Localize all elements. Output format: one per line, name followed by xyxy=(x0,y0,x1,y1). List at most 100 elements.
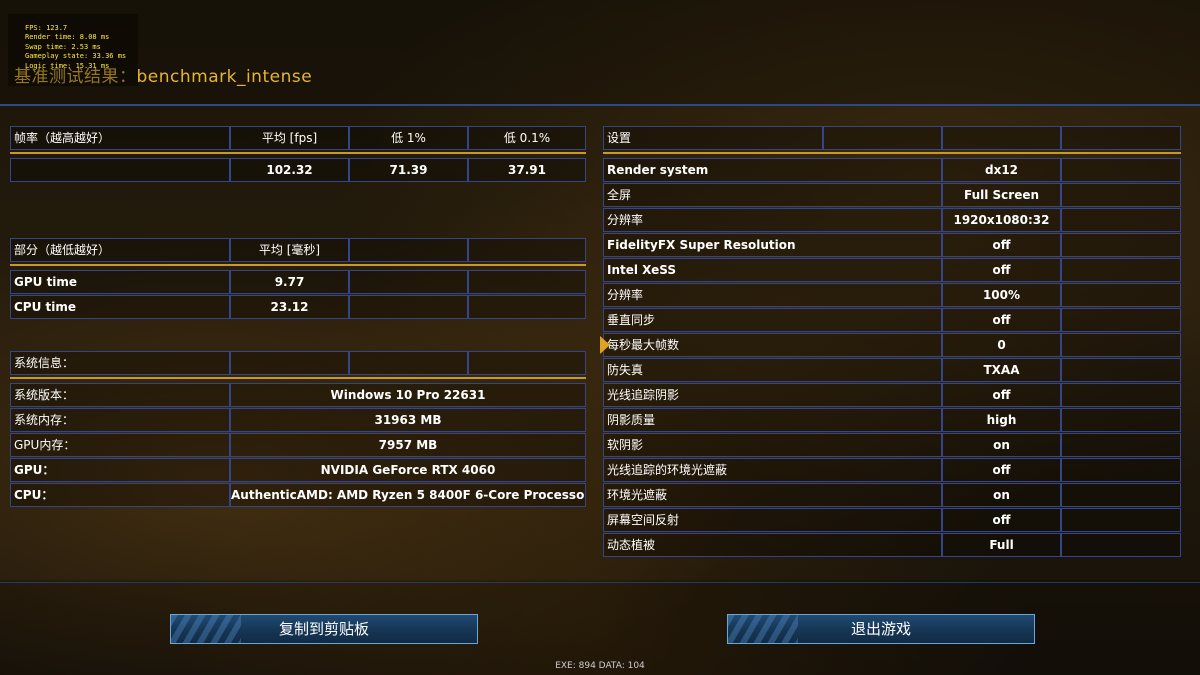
setting-empty xyxy=(1061,508,1181,532)
setting-empty xyxy=(1061,458,1181,482)
setting-value: TXAA xyxy=(942,358,1061,382)
table-row: 全屏 Full Screen xyxy=(603,183,1181,207)
setting-value: off xyxy=(942,233,1061,257)
setting-empty xyxy=(1061,333,1181,357)
parts-value: 23.12 xyxy=(230,295,349,319)
setting-value: off xyxy=(942,308,1061,332)
debug-line: Gameplay state: 33.36 ms xyxy=(25,52,127,61)
settings-header-row: 设置 xyxy=(603,126,1181,150)
table-row: 动态植被 Full xyxy=(603,533,1181,557)
setting-label: 软阴影 xyxy=(603,433,942,457)
table-row: 防失真 TXAA xyxy=(603,358,1181,382)
setting-label: 分辨率 xyxy=(603,208,942,232)
parts-table: 部分（越低越好） 平均 [毫秒] GPU time 9.77 CPU time … xyxy=(10,238,586,322)
setting-value: off xyxy=(942,258,1061,282)
copy-button-label: 复制到剪贴板 xyxy=(278,620,369,638)
setting-label: 分辨率 xyxy=(603,283,942,307)
setting-value: on xyxy=(942,483,1061,507)
table-row: 光线追踪的环境光遮蔽 off xyxy=(603,458,1181,482)
parts-value: 9.77 xyxy=(230,270,349,294)
setting-empty xyxy=(1061,408,1181,432)
table-row: GPU time 9.77 xyxy=(10,270,586,294)
debug-line: FPS: 123.7 xyxy=(25,24,68,32)
system-label: CPU： xyxy=(10,483,230,507)
fps-value-label xyxy=(10,158,230,182)
fps-header-low1: 低 1% xyxy=(349,126,468,150)
parts-empty xyxy=(468,295,586,319)
system-label: GPU： xyxy=(10,458,230,482)
setting-empty xyxy=(1061,308,1181,332)
setting-value: high xyxy=(942,408,1061,432)
table-row: CPU： AuthenticAMD: AMD Ryzen 5 8400F 6-C… xyxy=(10,483,586,507)
parts-header-empty xyxy=(349,238,468,262)
table-row: 分辨率 1920x1080:32 xyxy=(603,208,1181,232)
exit-game-button[interactable]: 退出游戏 xyxy=(727,614,1035,644)
table-row: Render system dx12 xyxy=(603,158,1181,182)
setting-value: off xyxy=(942,458,1061,482)
setting-empty xyxy=(1061,258,1181,282)
table-row: 屏幕空间反射 off xyxy=(603,508,1181,532)
system-value: Windows 10 Pro 22631 xyxy=(230,383,586,407)
system-label: GPU内存： xyxy=(10,433,230,457)
settings-table: 设置 Render system dx12 全屏 Full Screen 分辨率 1920… xyxy=(603,126,1181,558)
setting-empty xyxy=(1061,433,1181,457)
parts-label: GPU time xyxy=(10,270,230,294)
system-header-label: 系统信息： xyxy=(10,351,230,375)
system-value: AuthenticAMD: AMD Ryzen 5 8400F 6-Core P… xyxy=(230,483,586,507)
setting-value: dx12 xyxy=(942,158,1061,182)
debug-line: Swap time: 2.53 ms xyxy=(25,42,101,51)
setting-empty xyxy=(1061,483,1181,507)
setting-empty xyxy=(1061,383,1181,407)
fps-table: 帧率（越高越好） 平均 [fps] 低 1% 低 0.1% 102.32 71.… xyxy=(10,126,586,186)
parts-header-row: 部分（越低越好） 平均 [毫秒] xyxy=(10,238,586,262)
fps-value-row: 102.32 71.39 37.91 xyxy=(10,158,586,182)
debug-line: Render time: 8.08 ms xyxy=(25,33,110,42)
fps-value-low1: 71.39 xyxy=(349,158,468,182)
fps-value-low01: 37.91 xyxy=(468,158,586,182)
debug-line: Logic time: 15.31 ms xyxy=(25,61,110,70)
parts-empty xyxy=(468,270,586,294)
setting-value: 1920x1080:32 xyxy=(942,208,1061,232)
table-row: FidelityFX Super Resolution off xyxy=(603,233,1181,257)
fps-header-avg: 平均 [fps] xyxy=(230,126,349,150)
setting-empty xyxy=(1061,533,1181,557)
system-info-table: 系统信息： 系统版本： Windows 10 Pro 22631 系统内存： 3… xyxy=(10,351,586,508)
arrow-cursor-icon xyxy=(600,336,610,354)
exit-button-label: 退出游戏 xyxy=(850,620,911,638)
copy-to-clipboard-button[interactable]: 复制到剪贴板 xyxy=(170,614,478,644)
table-row: CPU time 23.12 xyxy=(10,295,586,319)
gold-divider xyxy=(603,152,1181,154)
settings-header-label: 设置 xyxy=(603,126,823,150)
table-row: GPU内存： 7957 MB xyxy=(10,433,586,457)
parts-header-label: 部分（越低越好） xyxy=(10,238,230,262)
gold-divider xyxy=(10,377,586,379)
table-row: 系统版本： Windows 10 Pro 22631 xyxy=(10,383,586,407)
settings-header-empty xyxy=(823,126,942,150)
system-header-empty xyxy=(468,351,586,375)
settings-header-empty xyxy=(1061,126,1181,150)
parts-empty xyxy=(349,295,468,319)
gold-divider xyxy=(10,152,586,154)
system-label: 系统内存： xyxy=(10,408,230,432)
table-row: 环境光遮蔽 on xyxy=(603,483,1181,507)
version-footer: EXE: 894 DATA: 104 xyxy=(555,661,645,671)
setting-label: 每秒最大帧数 xyxy=(603,333,942,357)
setting-label: 动态植被 xyxy=(603,533,942,557)
table-row: 软阴影 on xyxy=(603,433,1181,457)
table-row: GPU： NVIDIA GeForce RTX 4060 xyxy=(10,458,586,482)
setting-empty xyxy=(1061,158,1181,182)
fps-header-label: 帧率（越高越好） xyxy=(10,126,230,150)
table-row: 系统内存： 31963 MB xyxy=(10,408,586,432)
setting-label: Render system xyxy=(603,158,942,182)
setting-empty xyxy=(1061,358,1181,382)
setting-value: Full xyxy=(942,533,1061,557)
setting-value: 0 xyxy=(942,333,1061,357)
setting-label: FidelityFX Super Resolution xyxy=(603,233,942,257)
setting-label: 屏幕空间反射 xyxy=(603,508,942,532)
system-value: 31963 MB xyxy=(230,408,586,432)
setting-label: 环境光遮蔽 xyxy=(603,483,942,507)
setting-empty xyxy=(1061,233,1181,257)
header-divider xyxy=(0,104,1200,106)
setting-value: off xyxy=(942,508,1061,532)
setting-label: 全屏 xyxy=(603,183,942,207)
